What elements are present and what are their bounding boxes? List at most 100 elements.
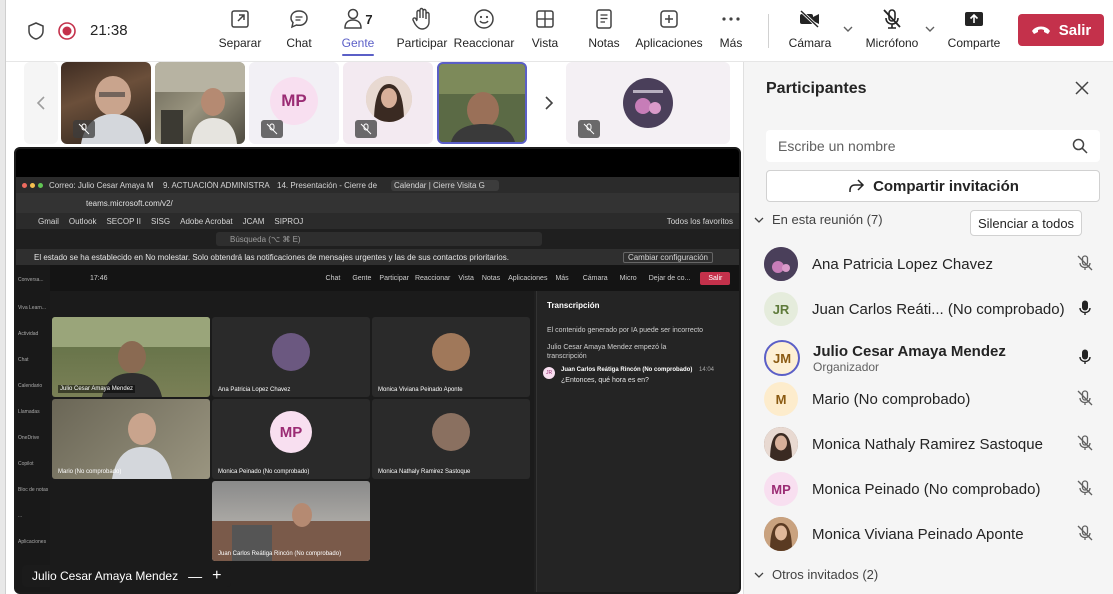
inner-btn[interactable]: Cámara [583,275,608,282]
change-settings-button[interactable]: Cambiar configuración [622,251,713,263]
rail-item[interactable]: Bloc de notas [18,487,48,493]
apps-button[interactable]: Aplicaciones [634,6,704,58]
plus-icon[interactable]: + [212,567,221,585]
microphone-button[interactable]: Micrófono [862,6,922,58]
participant-row[interactable]: JM Julio Cesar Amaya Mendez Organizador [764,336,1098,380]
participant-row[interactable]: JR Juan Carlos Reáti... (No comprobado) [764,289,1098,329]
inner-tile-mario[interactable]: Mario (No comprobado) [52,399,210,479]
share-arrow-icon [847,178,865,194]
bookmark[interactable]: SIPROJ [274,217,303,226]
strip-next-button[interactable] [534,62,564,144]
rail-item[interactable]: Calendario [18,383,42,389]
inner-btn[interactable]: Chat [326,275,341,282]
browser-tab[interactable]: Correo: Julio Cesar Amaya M [49,181,157,190]
participant-name: Monica Peinado (No comprobado) [812,480,1041,498]
bookmark[interactable]: JCAM [243,217,265,226]
left-window-edge [0,0,6,594]
rail-item[interactable]: OneDrive [18,435,39,441]
inner-tile-monica-peinado[interactable]: MP Monica Peinado (No comprobado) [212,399,370,479]
inner-btn[interactable]: Gente [352,275,371,282]
inner-tile-monica-nathaly[interactable]: Monica Nathaly Ramirez Sastoque [372,399,530,479]
close-icon[interactable] [1074,80,1090,96]
inner-tile-juan-carlos[interactable]: Juan Carlos Reátiga Rincón (No comprobad… [212,481,370,561]
video-thumb-6[interactable] [566,62,730,144]
inner-btn[interactable]: Aplicaciones [508,275,547,282]
video-thumb-4[interactable] [343,62,433,144]
inner-app-rail: Conversa... Viva Learn... Actividad Chat… [16,265,50,592]
rail-item[interactable]: Conversa... [18,277,44,283]
other-invitees-toggle[interactable]: Otros invitados (2) [754,567,878,582]
react-button[interactable]: Reaccionar [454,6,514,58]
inner-btn[interactable]: Notas [482,275,500,282]
minimize-icon[interactable]: — [188,568,202,584]
video-thumb-2[interactable] [155,62,245,144]
avatar-mp: MP [270,77,318,125]
bookmark[interactable]: Outlook [69,217,97,226]
rail-item[interactable]: Aplicaciones [18,539,46,545]
inner-btn[interactable]: Micro [620,275,637,282]
inner-tile-monica-viviana[interactable]: Monica Viviana Peinado Aponte [372,317,530,397]
presenter-name: Julio Cesar Amaya Mendez [32,569,179,583]
toolbar-divider [768,14,769,48]
inner-tile-ana[interactable]: Ana Patricia Lopez Chavez [212,317,370,397]
rail-item[interactable]: Viva Learn... [18,305,46,311]
share-invite-label: Compartir invitación [873,177,1019,195]
leave-button[interactable]: Salir [1018,14,1104,46]
share-button[interactable]: Comparte [944,6,1004,58]
participant-row[interactable]: Monica Nathaly Ramirez Sastoque [764,424,1098,464]
inner-btn[interactable]: Participar [379,275,409,282]
notes-button[interactable]: Notas [574,6,634,58]
chat-button[interactable]: Chat [269,6,329,58]
mic-off-icon [261,120,283,138]
inner-btn[interactable]: Reaccionar [415,275,450,282]
mute-all-button[interactable]: Silenciar a todos [970,210,1082,236]
recording-icon [58,22,76,40]
avatar [764,247,798,281]
more-button[interactable]: Más [706,6,756,58]
chat-icon [288,6,310,32]
mic-options-chevron-icon[interactable] [924,24,936,34]
browser-tab[interactable]: 9. ACTUACIÓN ADMINISTRA [163,181,271,190]
shield-icon[interactable] [28,22,44,40]
strip-prev-button[interactable] [24,62,58,144]
rail-item[interactable]: ... [18,513,22,519]
participant-row[interactable]: MP Monica Peinado (No comprobado) [764,469,1098,509]
separate-button[interactable]: Separar [210,6,270,58]
participant-row[interactable]: Ana Patricia Lopez Chavez [764,244,1098,284]
inner-search-box[interactable]: Búsqueda (⌥ ⌘ E) [216,232,542,246]
transcript-message: ¿Entonces, qué hora es en? [561,377,649,384]
avatar: JR [764,292,798,326]
transcript-ai-note: El contenido generado por IA puede ser i… [547,327,704,334]
rail-item[interactable]: Actividad [18,331,38,337]
video-thumb-1[interactable] [61,62,151,144]
browser-tab-active[interactable]: Calendar | Cierre Visita G [391,179,499,191]
browser-tab[interactable]: 14. Presentación - Cierre de [277,181,385,190]
share-invite-button[interactable]: Compartir invitación [766,170,1100,202]
inner-btn[interactable]: Vista [458,275,473,282]
participant-row[interactable]: M Mario (No comprobado) [764,379,1098,419]
bookmark[interactable]: Adobe Acrobat [180,217,232,226]
browser-address-bar[interactable]: teams.microsoft.com/v2/ [16,193,739,213]
camera-options-chevron-icon[interactable] [842,24,854,34]
in-meeting-section-toggle[interactable]: En esta reunión (7) [754,212,883,227]
participant-search-input[interactable]: Escribe un nombre [766,130,1100,162]
bookmark[interactable]: SECOP II [106,217,141,226]
video-thumb-3[interactable]: MP [249,62,339,144]
bookmark[interactable]: Todos los favoritos [667,217,733,226]
inner-btn[interactable]: Dejar de co... [649,275,691,282]
rail-item[interactable]: Llamadas [18,409,40,415]
people-button[interactable]: 7 Gente [328,6,388,58]
rail-item[interactable]: Copilot [18,461,34,467]
view-button[interactable]: Vista [515,6,575,58]
inner-tile-julio[interactable]: Julio Cesar Amaya Mendez [52,317,210,397]
video-thumb-5-selected[interactable] [437,62,527,144]
bookmark[interactable]: Gmail [38,217,59,226]
raise-hand-button[interactable]: Participar [392,6,452,58]
rail-item[interactable]: Chat [18,357,29,363]
inner-btn[interactable]: Más [555,275,568,282]
camera-button[interactable]: Cámara [780,6,840,58]
participant-row[interactable]: Monica Viviana Peinado Aponte [764,514,1098,554]
inner-leave-button[interactable]: Salir [700,271,731,285]
bookmark[interactable]: SISG [151,217,170,226]
inner-teams-header: Búsqueda (⌥ ⌘ E) [16,229,739,249]
